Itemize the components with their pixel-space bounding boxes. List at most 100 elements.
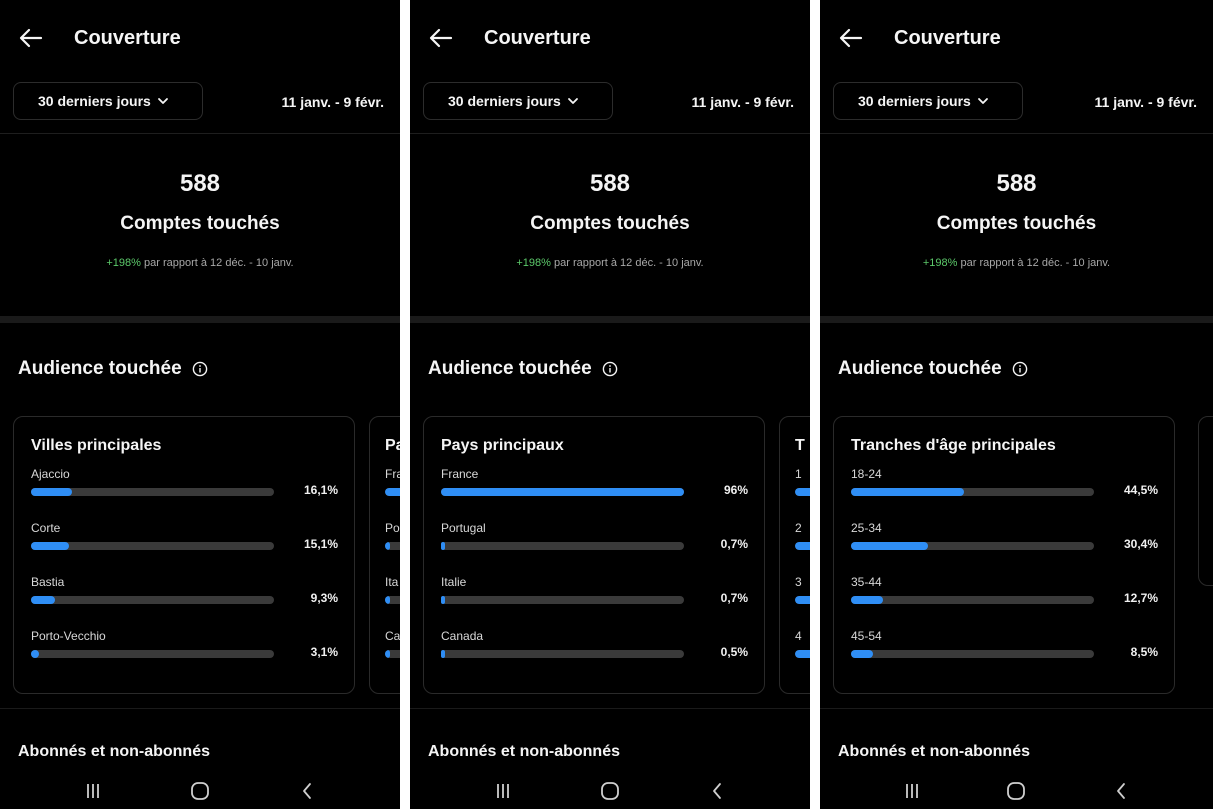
progress-track (441, 488, 684, 496)
home-icon[interactable] (590, 776, 630, 806)
comparison-text: +198% par rapport à 12 déc. - 10 janv. (410, 257, 810, 269)
row-label: 18-24 (851, 467, 882, 481)
row-percent: 44,5% (1123, 483, 1158, 497)
change-percent: +198% (516, 257, 551, 269)
comparison-period: par rapport à 12 déc. - 10 janv. (144, 257, 294, 269)
accounts-reached-value: 588 (589, 170, 631, 197)
progress-fill (851, 596, 884, 604)
progress-fill (795, 650, 810, 658)
recent-apps-icon[interactable] (892, 776, 932, 806)
row-label: Porto-Vecchio (31, 629, 106, 643)
arrow-left-icon[interactable] (428, 25, 454, 51)
audience-card: Pays principaux France 96% Portugal 0,7%… (423, 416, 765, 694)
row-percent: 9,3% (310, 591, 338, 605)
list-item: Portugal 0,7% (441, 521, 748, 575)
row-label: 45-54 (851, 629, 882, 643)
system-navbar (410, 772, 810, 809)
progress-fill (851, 542, 929, 550)
progress-fill (385, 488, 400, 496)
progress-fill (31, 596, 55, 604)
period-row: 30 derniers jours 11 janv. - 9 févr. (13, 82, 400, 122)
period-row: 30 derniers jours 11 janv. - 9 févr. (833, 82, 1213, 122)
list-item: 3 (795, 575, 810, 629)
audience-card: Villes principales Ajaccio 16,1% Corte 1… (13, 416, 355, 694)
comparison-text: +198% par rapport à 12 déc. - 10 janv. (0, 257, 400, 269)
section-title: Audience touchée (838, 358, 1028, 380)
progress-track (385, 542, 400, 550)
row-label: 1 (795, 467, 802, 481)
row-label: Bastia (31, 575, 65, 589)
page-title: Couverture (74, 26, 181, 49)
divider (0, 133, 400, 134)
arrow-left-icon[interactable] (838, 25, 864, 51)
list-item: 45-54 8,5% (851, 629, 1158, 683)
back-chevron-icon[interactable] (287, 776, 327, 806)
row-percent: 12,7% (1123, 591, 1158, 605)
divider (820, 133, 1213, 134)
change-percent: +198% (106, 257, 141, 269)
period-label: 30 derniers jours (38, 93, 151, 109)
info-circle-icon[interactable] (1012, 361, 1028, 377)
period-dropdown[interactable]: 30 derniers jours (423, 82, 613, 120)
period-dropdown[interactable]: 30 derniers jours (13, 82, 203, 120)
row-percent: 16,1% (303, 483, 338, 497)
progress-fill (441, 542, 445, 550)
card-title: Villes principales (31, 437, 162, 454)
next-card-peek[interactable] (1198, 416, 1213, 586)
list-item: 4 (795, 629, 810, 683)
recent-apps-icon[interactable] (483, 776, 523, 806)
section-title: Audience touchée (428, 358, 618, 380)
row-percent: 0,5% (720, 645, 748, 659)
next-card-peek[interactable]: Pa Fra Po Ita (369, 416, 400, 694)
info-circle-icon[interactable] (602, 361, 618, 377)
page-title: Couverture (894, 26, 1001, 49)
progress-fill (441, 488, 684, 496)
progress-track (385, 488, 400, 496)
row-label: Fra (385, 467, 400, 481)
audience-title: Audience touchée (838, 358, 1002, 379)
row-percent: 0,7% (720, 591, 748, 605)
header: Couverture (428, 22, 810, 54)
date-range: 11 janv. - 9 févr. (281, 94, 384, 110)
audience-title: Audience touchée (428, 358, 592, 379)
progress-track (795, 596, 810, 604)
back-chevron-icon[interactable] (697, 776, 737, 806)
home-icon[interactable] (180, 776, 220, 806)
progress-fill (31, 650, 39, 658)
accounts-reached-value: 588 (996, 170, 1037, 197)
progress-track (31, 596, 274, 604)
arrow-left-icon[interactable] (18, 25, 44, 51)
row-percent: 30,4% (1123, 537, 1158, 551)
section-divider (0, 316, 400, 323)
accounts-reached-value: 588 (179, 170, 221, 197)
chevron-down-icon (567, 98, 578, 104)
header: Couverture (18, 22, 400, 54)
list-item: Ajaccio 16,1% (31, 467, 338, 521)
period-row: 30 derniers jours 11 janv. - 9 févr. (423, 82, 810, 122)
comparison-period: par rapport à 12 déc. - 10 janv. (554, 257, 704, 269)
row-percent: 8,5% (1130, 645, 1158, 659)
list-item: Ca (385, 629, 400, 683)
row-label: Portugal (441, 521, 486, 535)
row-percent: 15,1% (303, 537, 338, 551)
list-item: Ita (385, 575, 400, 629)
progress-fill (385, 542, 390, 550)
accounts-reached-label: Comptes touchés (120, 213, 280, 234)
row-label: 3 (795, 575, 802, 589)
progress-track (385, 596, 400, 604)
info-circle-icon[interactable] (192, 361, 208, 377)
progress-track (795, 488, 810, 496)
audience-title: Audience touchée (18, 358, 182, 379)
period-dropdown[interactable]: 30 derniers jours (833, 82, 1023, 120)
divider (410, 133, 810, 134)
row-label: Corte (31, 521, 61, 535)
progress-track (851, 650, 1094, 658)
back-chevron-icon[interactable] (1101, 776, 1141, 806)
row-label: 35-44 (851, 575, 882, 589)
home-icon[interactable] (996, 776, 1036, 806)
next-card-peek[interactable]: T 1 2 3 4 (779, 416, 810, 694)
row-percent: 96% (723, 483, 748, 497)
recent-apps-icon[interactable] (73, 776, 113, 806)
progress-track (441, 650, 684, 658)
list-item: 18-24 44,5% (851, 467, 1158, 521)
